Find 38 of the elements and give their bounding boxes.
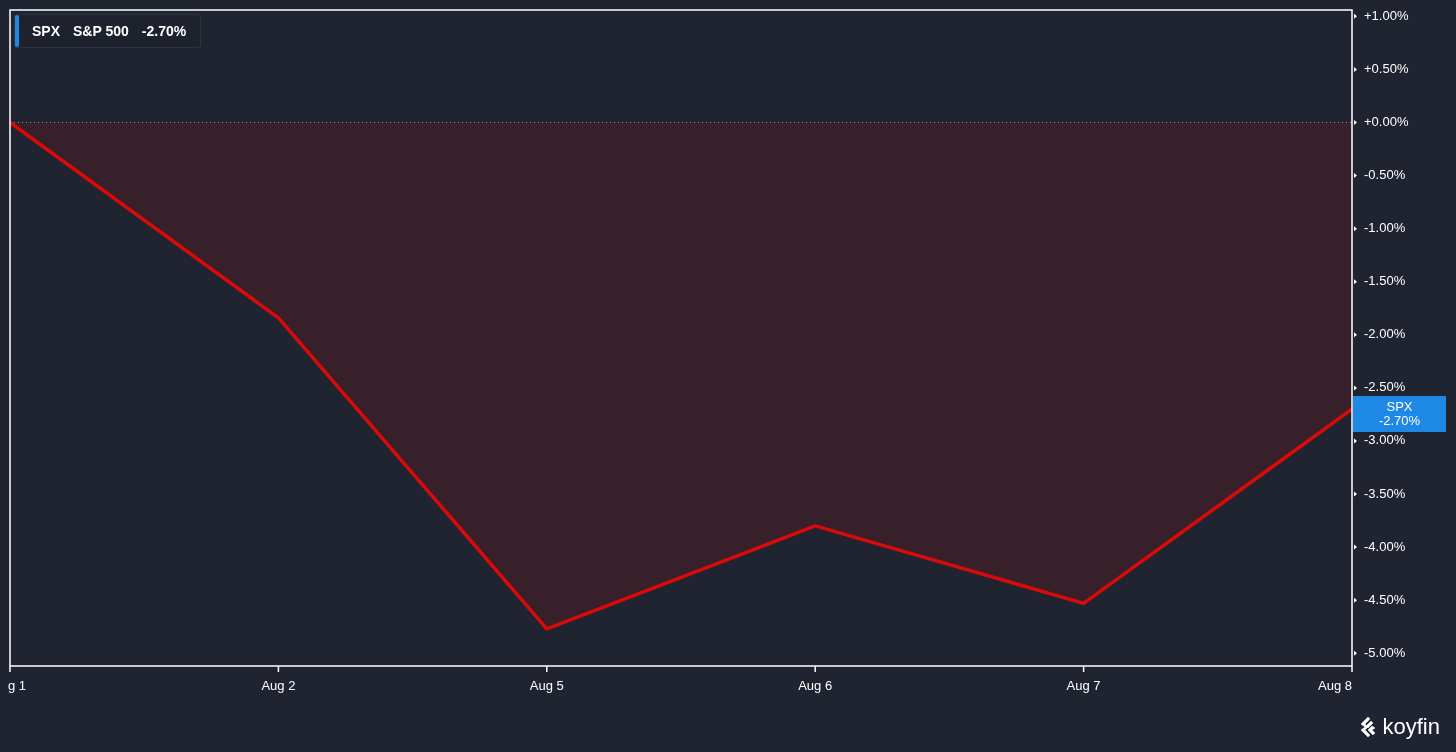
tick-mark [1354,226,1357,232]
tick-mark [1354,120,1357,125]
y-tick-label: -1.00% [1364,220,1406,236]
tick-mark [1354,650,1357,656]
x-tick-label: g 1 [8,678,27,693]
series-symbol: SPX [32,23,60,39]
tick-mark [1354,173,1357,179]
y-tick-label: +0.00% [1364,114,1409,129]
badge-value: -2.70% [1378,414,1421,429]
tick-mark [1354,438,1357,444]
y-tick-label: +1.00% [1364,7,1409,23]
y-tick-label: -0.50% [1364,167,1406,183]
tick-mark [1354,544,1357,550]
y-tick-label: -3.50% [1364,485,1406,501]
badge-symbol: SPX [1386,400,1413,415]
tick-mark [1354,66,1357,72]
series-name: S&P 500 [73,23,129,39]
tick-mark [1354,332,1357,338]
tick-mark [1354,13,1357,19]
tick-mark [1354,279,1357,285]
y-tick-label: -5.00% [1364,644,1406,660]
y-tick-label: -4.50% [1364,591,1406,607]
y-tick-label: -3.00% [1364,432,1406,448]
tick-mark [1354,385,1357,391]
tick-mark [1354,491,1357,497]
x-tick-label: Aug 8 [1318,678,1352,693]
x-tick-label: Aug 7 [1066,678,1101,693]
y-tick-label: -1.50% [1364,273,1406,289]
series-change: -2.70% [141,23,187,39]
logo-text: koyfin [1382,714,1440,740]
y-tick-label: -4.00% [1364,538,1406,554]
y-tick-label: -2.00% [1364,326,1406,342]
tick-mark [1354,597,1357,603]
y-tick-label: +0.50% [1364,60,1409,76]
x-tick-label: Aug 5 [529,678,564,693]
x-tick-label: Aug 2 [261,678,296,693]
x-tick-label: Aug 6 [798,678,833,693]
y-tick-label: -2.50% [1364,379,1406,395]
